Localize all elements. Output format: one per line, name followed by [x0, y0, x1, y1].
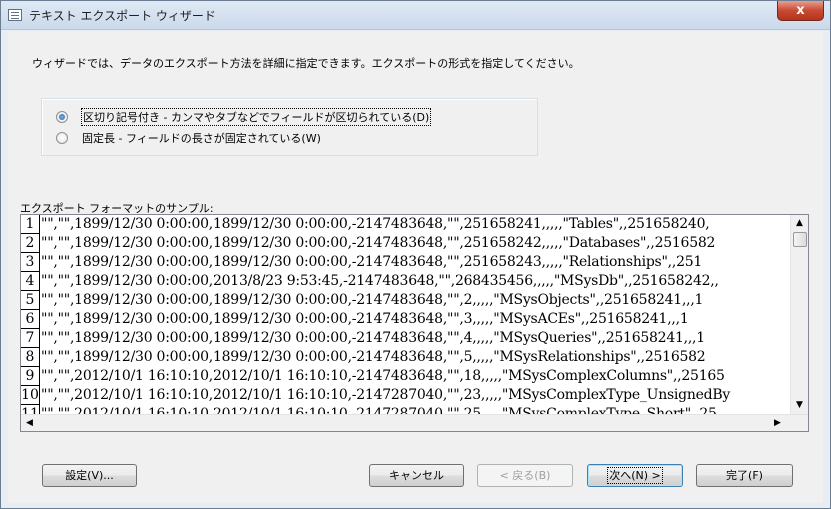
- sample-row: 3 "","",1899/12/30 0:00:00,1899/12/30 0:0…: [21, 253, 789, 272]
- horizontal-scrollbar[interactable]: ◀ ▶: [21, 414, 808, 431]
- sample-row: 4 "","",1899/12/30 0:00:00,2013/8/23 9:53…: [21, 272, 789, 291]
- row-text: "","",2012/10/1 16:10:10,2012/10/1 16:10…: [41, 368, 725, 384]
- next-button[interactable]: 次へ(N) >: [587, 464, 683, 487]
- window-title: テキスト エクスポート ウィザード: [29, 9, 216, 23]
- sample-row: 2 "","",1899/12/30 0:00:00,1899/12/30 0:0…: [21, 234, 789, 253]
- row-number: 3: [21, 253, 40, 272]
- row-text: "","",1899/12/30 0:00:00,1899/12/30 0:00…: [41, 330, 705, 346]
- sample-row: 5 "","",1899/12/30 0:00:00,1899/12/30 0:0…: [21, 291, 789, 310]
- radio-delimited[interactable]: [56, 111, 68, 123]
- row-number: 1: [21, 215, 40, 234]
- cancel-button-label: キャンセル: [389, 469, 444, 482]
- row-text: "","",1899/12/30 0:00:00,1899/12/30 0:00…: [41, 311, 689, 327]
- sample-row: 7 "","",1899/12/30 0:00:00,1899/12/30 0:0…: [21, 329, 789, 348]
- row-number: 10: [21, 386, 40, 405]
- scroll-right-button[interactable]: ▶: [769, 415, 786, 432]
- row-number: 8: [21, 348, 40, 367]
- back-button-label: < 戻る(B): [499, 469, 551, 482]
- sample-preview[interactable]: 1 "","",1899/12/30 0:00:00,1899/12/30 0:0…: [20, 214, 809, 432]
- row-number: 2: [21, 234, 40, 253]
- row-text: "","",1899/12/30 0:00:00,1899/12/30 0:00…: [41, 235, 716, 251]
- scroll-down-button[interactable]: ▼: [791, 397, 808, 414]
- option-fixed-width-label[interactable]: 固定長 - フィールドの長さが固定されている(W): [82, 130, 321, 146]
- sample-row: 1 "","",1899/12/30 0:00:00,1899/12/30 0:0…: [21, 215, 789, 234]
- next-button-label: 次へ(N) >: [607, 467, 663, 484]
- row-text: "","",2012/10/1 16:10:10,2012/10/1 16:10…: [41, 387, 731, 403]
- option-delimited[interactable]: 区切り記号付き - カンマやタブなどでフィールドが区切られている(D): [56, 108, 432, 126]
- title-bar[interactable]: テキスト エクスポート ウィザード x: [1, 1, 830, 30]
- close-button[interactable]: x: [777, 1, 824, 21]
- sample-rows: 1 "","",1899/12/30 0:00:00,1899/12/30 0:0…: [21, 215, 789, 431]
- row-text: "","",1899/12/30 0:00:00,1899/12/30 0:00…: [41, 254, 703, 270]
- row-text: "","",1899/12/30 0:00:00,1899/12/30 0:00…: [41, 292, 704, 308]
- row-text: "","",1899/12/30 0:00:00,1899/12/30 0:00…: [41, 216, 710, 232]
- sample-row: 8 "","",1899/12/30 0:00:00,1899/12/30 0:0…: [21, 348, 789, 367]
- row-number: 7: [21, 329, 40, 348]
- row-number: 6: [21, 310, 40, 329]
- row-text: "","",1899/12/30 0:00:00,2013/8/23 9:53:…: [41, 273, 719, 289]
- row-number: 9: [21, 367, 40, 386]
- option-fixed-width[interactable]: 固定長 - フィールドの長さが固定されている(W): [56, 130, 321, 146]
- form-icon: [8, 9, 22, 21]
- export-wizard-window: テキスト エクスポート ウィザード x ウィザードでは、データのエクスポート方法…: [0, 0, 831, 509]
- settings-button-label: 設定(V)...: [65, 469, 114, 482]
- finish-button[interactable]: 完了(F): [696, 464, 793, 487]
- sample-row: 9 "","",2012/10/1 16:10:10,2012/10/1 16:1…: [21, 367, 789, 386]
- row-number: 5: [21, 291, 40, 310]
- finish-button-label: 完了(F): [726, 469, 763, 482]
- sample-row: 6 "","",1899/12/30 0:00:00,1899/12/30 0:0…: [21, 310, 789, 329]
- back-button[interactable]: < 戻る(B): [477, 464, 573, 487]
- vertical-scrollbar[interactable]: ▲ ▼: [790, 215, 808, 414]
- cancel-button[interactable]: キャンセル: [369, 464, 464, 487]
- row-text: "","",1899/12/30 0:00:00,1899/12/30 0:00…: [41, 349, 706, 365]
- radio-fixed-width[interactable]: [56, 132, 68, 144]
- sample-row: 10 "","",2012/10/1 16:10:10,2012/10/1 16:…: [21, 386, 789, 405]
- scroll-left-button[interactable]: ◀: [21, 415, 38, 432]
- settings-button[interactable]: 設定(V)...: [42, 464, 137, 487]
- option-delimited-label[interactable]: 区切り記号付き - カンマやタブなどでフィールドが区切られている(D): [80, 108, 432, 126]
- row-number: 4: [21, 272, 40, 291]
- vertical-scroll-thumb[interactable]: [793, 232, 807, 247]
- scroll-up-button[interactable]: ▲: [791, 215, 808, 232]
- instruction-text: ウィザードでは、データのエクスポート方法を詳細に指定できます。エクスポートの形式…: [32, 57, 580, 70]
- format-option-group: 区切り記号付き - カンマやタブなどでフィールドが区切られている(D) 固定長 …: [41, 98, 538, 156]
